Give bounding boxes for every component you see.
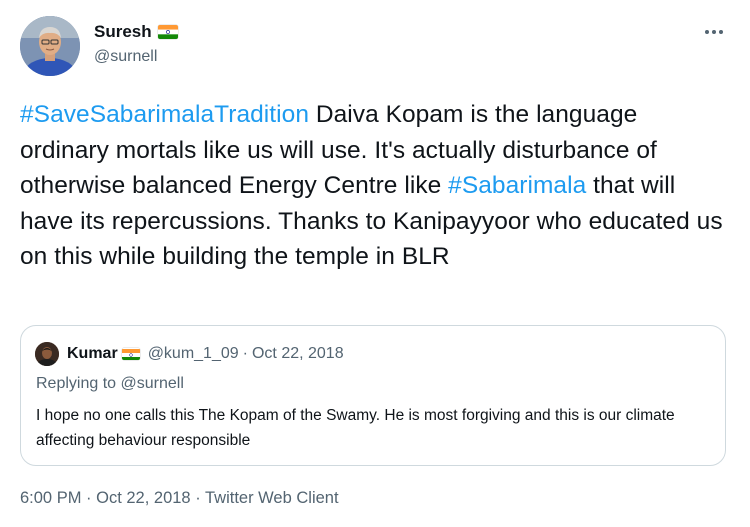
quoted-tweet-header: Kumar @kum_1_09 · Oct 22, 2018 (35, 342, 344, 366)
quoted-author-handle: @kum_1_09 (147, 345, 239, 362)
quoted-tweet-text: I hope no one calls this The Kopam of th… (36, 407, 675, 449)
tweet-date[interactable]: Oct 22, 2018 (96, 489, 190, 507)
tweet-metadata: 6:00 PM · Oct 22, 2018 · Twitter Web Cli… (20, 489, 339, 508)
author-avatar[interactable] (20, 16, 80, 76)
hashtag-link[interactable]: #Sabarimala (448, 172, 586, 199)
separator-dot: · (242, 345, 248, 362)
tweet-card: Suresh @surnell #SaveSabarimalaTradition… (0, 0, 750, 527)
tweet-time[interactable]: 6:00 PM (20, 489, 81, 507)
author-display-name[interactable]: Suresh (94, 22, 152, 42)
quoted-author-name: Kumar (67, 345, 118, 362)
replying-to: Replying to @surnell (36, 375, 184, 392)
author-avatar-image (20, 16, 80, 76)
author-name-row: Suresh (94, 22, 178, 42)
tweet-text: #SaveSabarimalaTradition Daiva Kopam is … (20, 97, 732, 275)
hashtag-link[interactable]: #SaveSabarimalaTradition (20, 101, 309, 128)
separator-dot: · (81, 489, 97, 507)
quoted-tweet[interactable]: Kumar @kum_1_09 · Oct 22, 2018 Replying … (20, 325, 726, 466)
india-flag-icon (121, 348, 140, 360)
quoted-tweet-date: Oct 22, 2018 (251, 345, 344, 362)
tweet-client: Twitter Web Client (204, 489, 339, 507)
quoted-author-avatar (35, 342, 59, 366)
separator-dot: · (190, 489, 205, 507)
author-block: Suresh @surnell (94, 22, 178, 66)
more-horizontal-icon (705, 30, 723, 34)
india-flag-icon (157, 25, 178, 39)
more-options-button[interactable] (702, 22, 726, 42)
author-handle[interactable]: @surnell (94, 48, 178, 66)
